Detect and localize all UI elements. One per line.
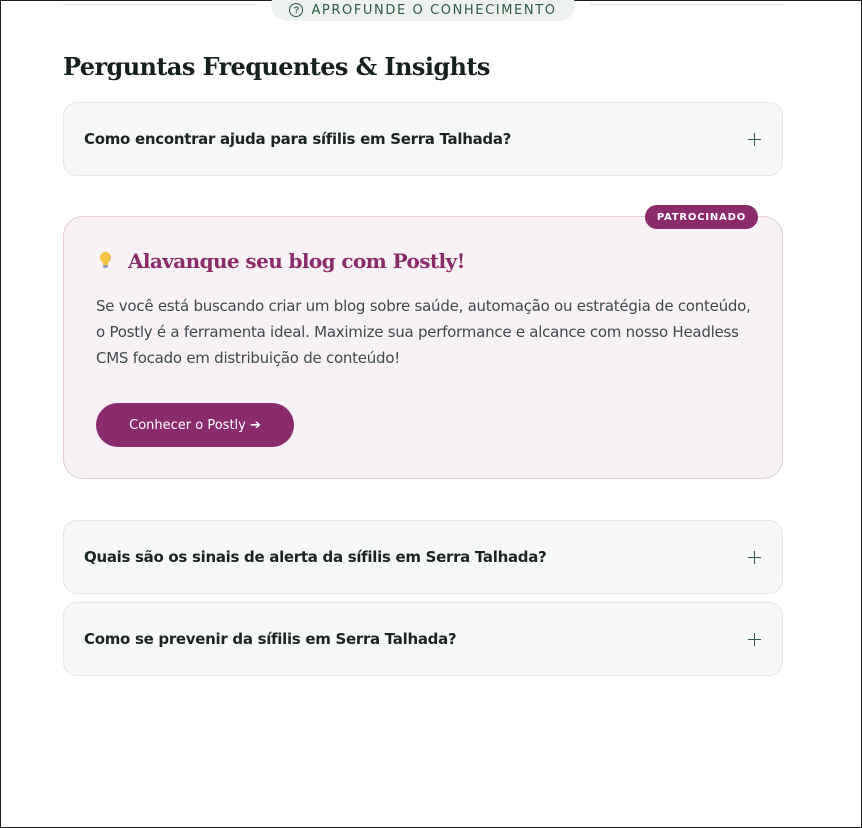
faq-question: Quais são os sinais de alerta da sífilis… [84,548,547,566]
lightbulb-icon [96,251,116,271]
faq-item[interactable]: Como encontrar ajuda para sífilis em Ser… [63,102,783,176]
faq-item[interactable]: Como se prevenir da sífilis em Serra Tal… [63,602,783,676]
sponsored-heading: Alavanque seu blog com Postly! [96,249,465,273]
sponsored-badge: PATROCINADO [644,205,758,229]
sponsored-title: Alavanque seu blog com Postly! [128,249,465,273]
faq-question: Como encontrar ajuda para sífilis em Ser… [84,130,512,148]
faq-item[interactable]: Quais são os sinais de alerta da sífilis… [63,520,783,594]
plus-icon[interactable] [748,550,761,564]
section-divider-label: Aprofunde o conhecimento [311,2,557,18]
question-circle-icon: ? [289,3,304,17]
faq-question: Como se prevenir da sífilis em Serra Tal… [84,630,457,648]
section-divider-pill: ? Aprofunde o conhecimento [271,0,575,21]
divider-line-right [590,4,783,5]
sponsored-text: Se você está buscando criar um blog sobr… [96,297,751,367]
learn-postly-button[interactable]: Conhecer o Postly ➔ [96,403,294,447]
section-divider: ? Aprofunde o conhecimento [63,0,783,23]
sponsored-card: PATROCINADO Alavanque seu blog com Postl… [63,205,783,479]
plus-icon[interactable] [748,132,761,146]
faq-title: Perguntas Frequentes & Insights [63,52,490,81]
divider-line-left [63,4,255,5]
plus-icon[interactable] [748,632,761,646]
